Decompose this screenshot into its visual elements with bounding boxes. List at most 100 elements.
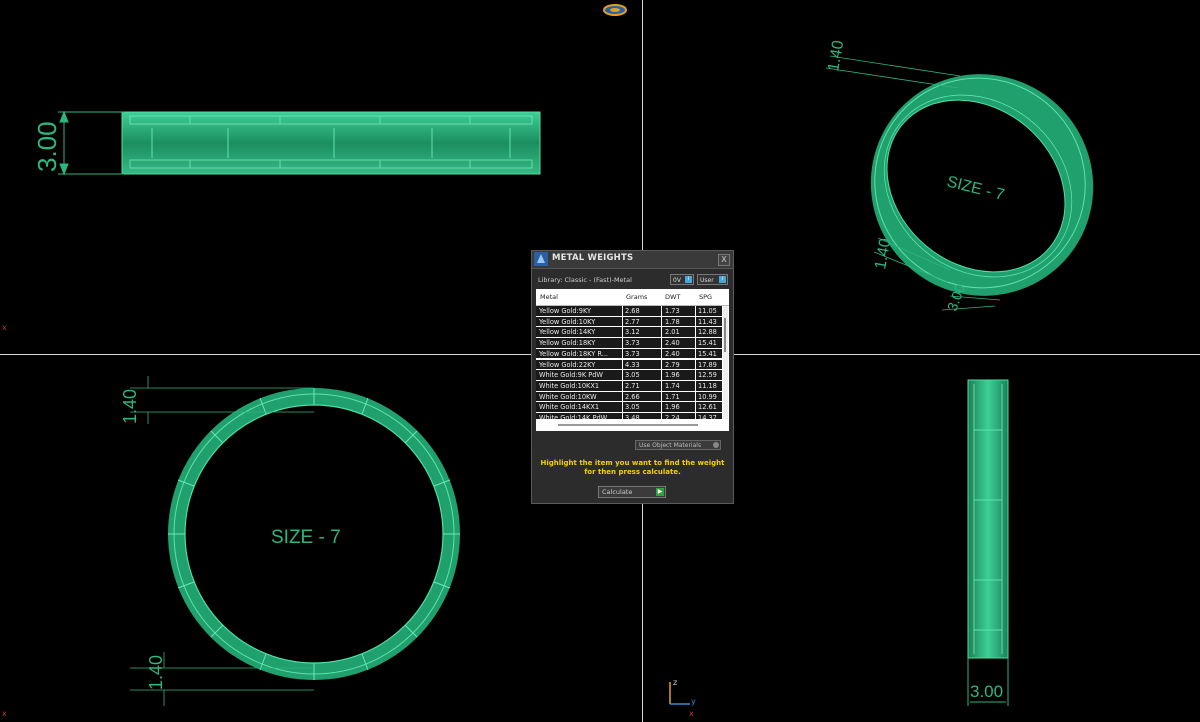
- column-separator: [695, 380, 696, 392]
- origin-marker-bottom-left: x: [2, 709, 7, 718]
- table-row[interactable]: Yellow Gold:9KY 2.68 1.73 11.05: [536, 306, 722, 317]
- cell-spg: 12.59: [698, 371, 717, 380]
- column-separator: [695, 391, 696, 403]
- scrollbar-thumb[interactable]: [724, 318, 726, 352]
- cell-spg: 11.05: [698, 307, 717, 315]
- ring-end-view: [967, 379, 1009, 706]
- horizontal-scrollbar[interactable]: [558, 424, 698, 426]
- size-label-front: SIZE - 7: [271, 527, 341, 548]
- cell-metal: Yellow Gold:14KY: [539, 328, 596, 337]
- column-header-grams[interactable]: Grams: [626, 293, 647, 301]
- cell-grams: 3.12: [625, 328, 640, 337]
- cell-grams: 3.73: [625, 339, 640, 348]
- user-button[interactable]: User i: [697, 274, 728, 285]
- table-row[interactable]: White Gold:9K PdW 3.05 1.96 12.59: [536, 370, 722, 381]
- cell-metal: Yellow Gold:18KY R...: [539, 349, 609, 358]
- column-header-metal[interactable]: Metal: [540, 293, 558, 301]
- cell-metal: Yellow Gold:10KY: [539, 317, 596, 326]
- dimension-label-tr-mid: 1.40: [872, 237, 894, 271]
- close-button[interactable]: X: [718, 254, 730, 266]
- cell-dwt: 1.73: [665, 307, 680, 315]
- column-separator: [661, 327, 662, 339]
- axis-z-label: z: [673, 678, 678, 687]
- dimension-label-bl-bottom: 1.40: [146, 655, 166, 690]
- cell-spg: 15.41: [698, 339, 717, 348]
- cell-grams: 2.71: [625, 381, 640, 390]
- metal-table: Metal Grams DWT SPG Yellow Gold:9KY 2.68 1…: [536, 289, 729, 431]
- use-object-materials-dropdown[interactable]: Use Object Materials: [635, 440, 721, 450]
- column-separator: [695, 413, 696, 419]
- panel-title: METAL WEIGHTS: [552, 253, 634, 263]
- column-separator: [661, 306, 662, 317]
- panel-title-bar[interactable]: METAL WEIGHTS X: [532, 251, 733, 269]
- view-cube-icon[interactable]: [602, 2, 628, 18]
- calculate-button[interactable]: Calculate ▶: [598, 486, 666, 498]
- column-separator: [622, 327, 623, 339]
- cell-grams: 2.66: [625, 392, 640, 401]
- cell-dwt: 2.40: [665, 349, 680, 358]
- cell-dwt: 2.01: [665, 328, 680, 337]
- axis-y-label: y: [691, 697, 696, 706]
- column-separator: [622, 370, 623, 381]
- column-separator: [661, 380, 662, 392]
- cell-dwt: 2.40: [665, 339, 680, 348]
- cell-grams: 2.77: [625, 317, 640, 326]
- cell-dwt: 1.96: [665, 371, 680, 380]
- column-separator: [622, 359, 623, 371]
- cell-metal: White Gold:9K PdW: [539, 371, 603, 380]
- info-icon: i: [685, 276, 692, 283]
- origin-marker-bottom-right: x: [689, 709, 694, 718]
- table-row[interactable]: White Gold:14K PdW 3.48 2.24 14.37: [536, 413, 722, 419]
- column-separator: [661, 402, 662, 413]
- cell-spg: 11.18: [698, 381, 717, 390]
- column-separator: [622, 402, 623, 413]
- column-separator: [622, 348, 623, 360]
- origin-marker-left: x: [2, 323, 7, 332]
- cell-dwt: 1.78: [665, 317, 680, 326]
- column-separator: [695, 316, 696, 328]
- cell-spg: 11.43: [698, 317, 717, 326]
- table-row[interactable]: Yellow Gold:18KY R... 3.73 2.40 15.41: [536, 348, 722, 360]
- column-header-spg[interactable]: SPG: [699, 293, 712, 301]
- table-row[interactable]: Yellow Gold:10KY 2.77 1.78 11.43: [536, 316, 722, 328]
- column-separator: [695, 306, 696, 317]
- column-separator: [661, 370, 662, 381]
- column-separator: [661, 413, 662, 419]
- dimension-label-bl-top: 1.40: [120, 389, 140, 424]
- column-separator: [661, 338, 662, 349]
- table-row[interactable]: White Gold:14KX1 3.05 1.96 12.61: [536, 402, 722, 413]
- cell-metal: White Gold:10KW: [539, 392, 597, 401]
- table-row[interactable]: White Gold:10KW 2.66 1.71 10.99: [536, 391, 722, 403]
- cell-metal: White Gold:10KX1: [539, 381, 600, 390]
- column-separator: [661, 391, 662, 403]
- 0v-button-label: 0V: [673, 277, 681, 284]
- cell-dwt: 2.24: [665, 414, 680, 419]
- ring-side-view: [58, 110, 541, 176]
- cell-grams: 4.33: [625, 360, 640, 369]
- user-button-label: User: [700, 277, 714, 284]
- metal-weights-icon: [534, 252, 548, 266]
- cell-grams: 3.48: [625, 414, 640, 419]
- hint-text: Highlight the item you want to find the …: [540, 459, 725, 476]
- cell-metal: White Gold:14KX1: [539, 403, 600, 412]
- cell-grams: 3.05: [625, 371, 640, 380]
- column-separator: [622, 391, 623, 403]
- column-separator: [695, 327, 696, 339]
- dimension-label-bottom-right: 3.00: [970, 682, 1003, 701]
- column-separator: [661, 348, 662, 360]
- table-row[interactable]: Yellow Gold:22KY 4.33 2.79 17.89: [536, 359, 722, 371]
- table-row[interactable]: Yellow Gold:18KY 3.73 2.40 15.41: [536, 338, 722, 349]
- table-row[interactable]: Yellow Gold:14KY 3.12 2.01 12.88: [536, 327, 722, 339]
- cell-metal: Yellow Gold:9KY: [539, 307, 592, 315]
- 0v-button[interactable]: 0V i: [670, 274, 694, 285]
- cell-dwt: 2.79: [665, 360, 680, 369]
- column-separator: [661, 316, 662, 328]
- column-separator: [695, 338, 696, 349]
- column-separator: [622, 413, 623, 419]
- table-row[interactable]: White Gold:10KX1 2.71 1.74 11.18: [536, 380, 722, 392]
- use-object-materials-label: Use Object Materials: [639, 442, 702, 449]
- vertical-scrollbar[interactable]: [723, 306, 728, 419]
- column-separator: [661, 359, 662, 371]
- column-header-dwt[interactable]: DWT: [665, 293, 680, 301]
- metal-weights-panel: METAL WEIGHTS X Library: Classic - (Fast…: [531, 250, 734, 504]
